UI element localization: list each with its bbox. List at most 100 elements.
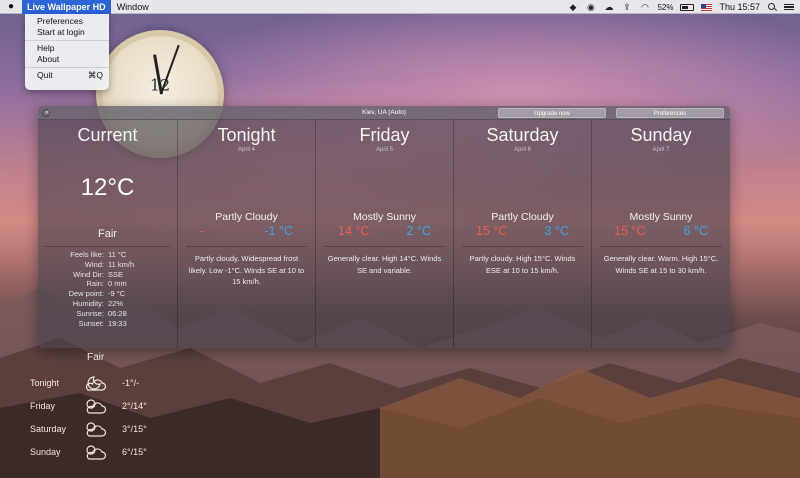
day-title: Tonight (217, 125, 276, 145)
forecast-columns: Current 12°C Fair Feels like: 11 °C Wind:… (38, 120, 730, 348)
high-temp: 14 °C (338, 224, 370, 238)
day-condition: Mostly Sunny (352, 211, 417, 223)
day-title: Friday (359, 125, 410, 145)
detail-value: 11 km/h (108, 259, 135, 269)
desktop-forecast-temp: -1°/- (122, 378, 140, 388)
menu-item-label: Preferences (37, 16, 83, 26)
day-title: Saturday (486, 125, 559, 145)
weather-widget: Kiev, UA (Auto) Upgrade now Preferences … (38, 106, 730, 348)
partly-cloudy-icon (86, 422, 107, 437)
low-temp: -1 °C (264, 224, 293, 238)
current-details: Feels like: 11 °C Wind: 11 km/h Wind Dir: S… (44, 246, 171, 328)
low-temp: 6 °C (683, 224, 708, 238)
spotlight-search-icon[interactable] (767, 0, 777, 14)
detail-row: Dew point: -9 °C (44, 289, 171, 299)
desktop-forecast-row: Saturday 3°/15° (30, 418, 180, 440)
day-date: April 7 (652, 147, 670, 153)
day-column-friday: Friday April 5 Mostly Sunny 14 °C 2 °C Ge… (316, 120, 454, 348)
day-column-sunday: Sunday April 7 Mostly Sunny 15 °C 6 °C Ge… (592, 120, 730, 348)
day-forecast-text: Partly cloudy. Widespread frost likely. … (186, 246, 307, 288)
detail-label: Humidity: (72, 298, 104, 308)
menu-item-start-at-login[interactable]: Start at login (25, 27, 109, 38)
day-forecast-text: Generally clear. High 14°C. Winds SE and… (324, 246, 445, 276)
detail-label: Sunset: (78, 318, 104, 328)
day-title: Sunday (630, 125, 692, 145)
partly-cloudy-night-icon (85, 376, 107, 391)
day-date: April 5 (375, 147, 393, 153)
detail-label: Sunrise: (76, 308, 104, 318)
upload-icon[interactable]: ⇪ (621, 0, 632, 14)
desktop-forecast-day: Saturday (30, 424, 67, 434)
detail-value: 0 mm (108, 279, 127, 289)
input-source-flag-icon[interactable] (701, 3, 713, 11)
window-menu[interactable]: Window (111, 2, 155, 12)
current-title: Current (77, 125, 138, 145)
location-label: Kiev, UA (Auto) (362, 109, 406, 116)
sync-icon[interactable]: ◉ (585, 0, 596, 14)
detail-row: Wind: 11 km/h (44, 260, 171, 270)
detail-label: Wind Dir: (73, 269, 104, 279)
day-temps: 15 °C 3 °C (454, 224, 591, 240)
detail-row: Wind Dir: SSE (44, 270, 171, 280)
desktop-forecast-temp: 6°/15° (122, 447, 147, 457)
menu-separator (25, 67, 109, 68)
apple-menu-icon[interactable]: ● (0, 1, 22, 12)
widget-titlebar: Kiev, UA (Auto) Upgrade now Preferences (38, 106, 730, 120)
dropbox-icon[interactable]: ◆ (567, 0, 578, 14)
menubar-clock[interactable]: Thu 15:57 (719, 2, 760, 12)
desktop-forecast-day: Sunday (30, 447, 61, 457)
day-condition: Partly Cloudy (215, 211, 278, 223)
desktop-forecast-day: Friday (30, 401, 56, 411)
menu-item-label: About (37, 54, 60, 64)
close-icon[interactable] (42, 106, 51, 120)
status-area: ◆ ◉ ☁ ⇪ ◠ 52% Thu 15:57 (567, 0, 794, 14)
battery-icon[interactable] (680, 3, 695, 11)
mostly-sunny-icon (86, 399, 107, 414)
detail-value: 06:28 (108, 308, 127, 318)
detail-value: -9 °C (108, 289, 126, 299)
detail-label: Dew point: (68, 289, 104, 299)
desktop-forecast-temp: 3°/15° (122, 424, 147, 434)
detail-label: Rain: (86, 279, 104, 289)
app-dropdown-menu: Preferences Start at login Help About Qu… (25, 14, 109, 90)
upgrade-button[interactable]: Upgrade now (498, 108, 606, 118)
desktop-forecast-widget: Fair Tonight -1°/- Friday 2°/14° Saturda… (30, 350, 180, 470)
menu-item-preferences[interactable]: Preferences (25, 16, 109, 27)
day-temps: 15 °C 6 °C (592, 224, 730, 240)
menu-item-quit[interactable]: Quit ⌘Q (25, 70, 109, 81)
high-temp: 15 °C (476, 224, 508, 238)
detail-row: Feels like: 11 °C (44, 250, 171, 260)
menu-item-help[interactable]: Help (25, 43, 109, 54)
menu-item-label: Start at login (37, 27, 85, 37)
wifi-icon[interactable]: ◠ (639, 0, 650, 14)
day-condition: Partly Cloudy (491, 211, 554, 223)
menu-item-label: Help (37, 43, 55, 53)
day-condition: Mostly Sunny (629, 211, 693, 223)
notification-center-icon[interactable] (784, 0, 794, 14)
desktop-forecast-day: Tonight (30, 378, 60, 388)
battery-fill (682, 5, 688, 9)
high-temp: - (200, 224, 205, 238)
desktop-forecast-row: Friday 2°/14° (30, 395, 180, 417)
detail-row: Humidity: 22% (44, 299, 171, 309)
detail-row: Sunrise: 06:28 (44, 309, 171, 319)
cloud-icon[interactable]: ☁ (603, 0, 614, 14)
app-menu[interactable]: Live Wallpaper HD (22, 0, 111, 14)
detail-row: Sunset: 19:33 (44, 319, 171, 329)
detail-value: SSE (108, 269, 124, 279)
day-date: April 4 (237, 147, 255, 153)
preferences-button[interactable]: Preferences (616, 108, 724, 118)
low-temp: 3 °C (544, 224, 569, 238)
high-temp: 15 °C (614, 224, 646, 238)
menu-item-about[interactable]: About (25, 54, 109, 65)
desktop-forecast-row: Tonight -1°/- (30, 372, 180, 394)
current-column: Current 12°C Fair Feels like: 11 °C Wind:… (38, 120, 178, 348)
detail-label: Wind: (84, 259, 104, 269)
day-forecast-text: Generally clear. Warm. High 15°C. Winds … (600, 246, 722, 276)
day-temps: 14 °C 2 °C (316, 224, 453, 240)
current-temp: 12°C (80, 174, 135, 201)
menu-bar: ● Live Wallpaper HD Window ◆ ◉ ☁ ⇪ ◠ 52%… (0, 0, 800, 14)
day-column-saturday: Saturday April 6 Partly Cloudy 15 °C 3 °C… (454, 120, 592, 348)
detail-value: 11 °C (108, 250, 127, 259)
mostly-sunny-icon (86, 445, 107, 460)
